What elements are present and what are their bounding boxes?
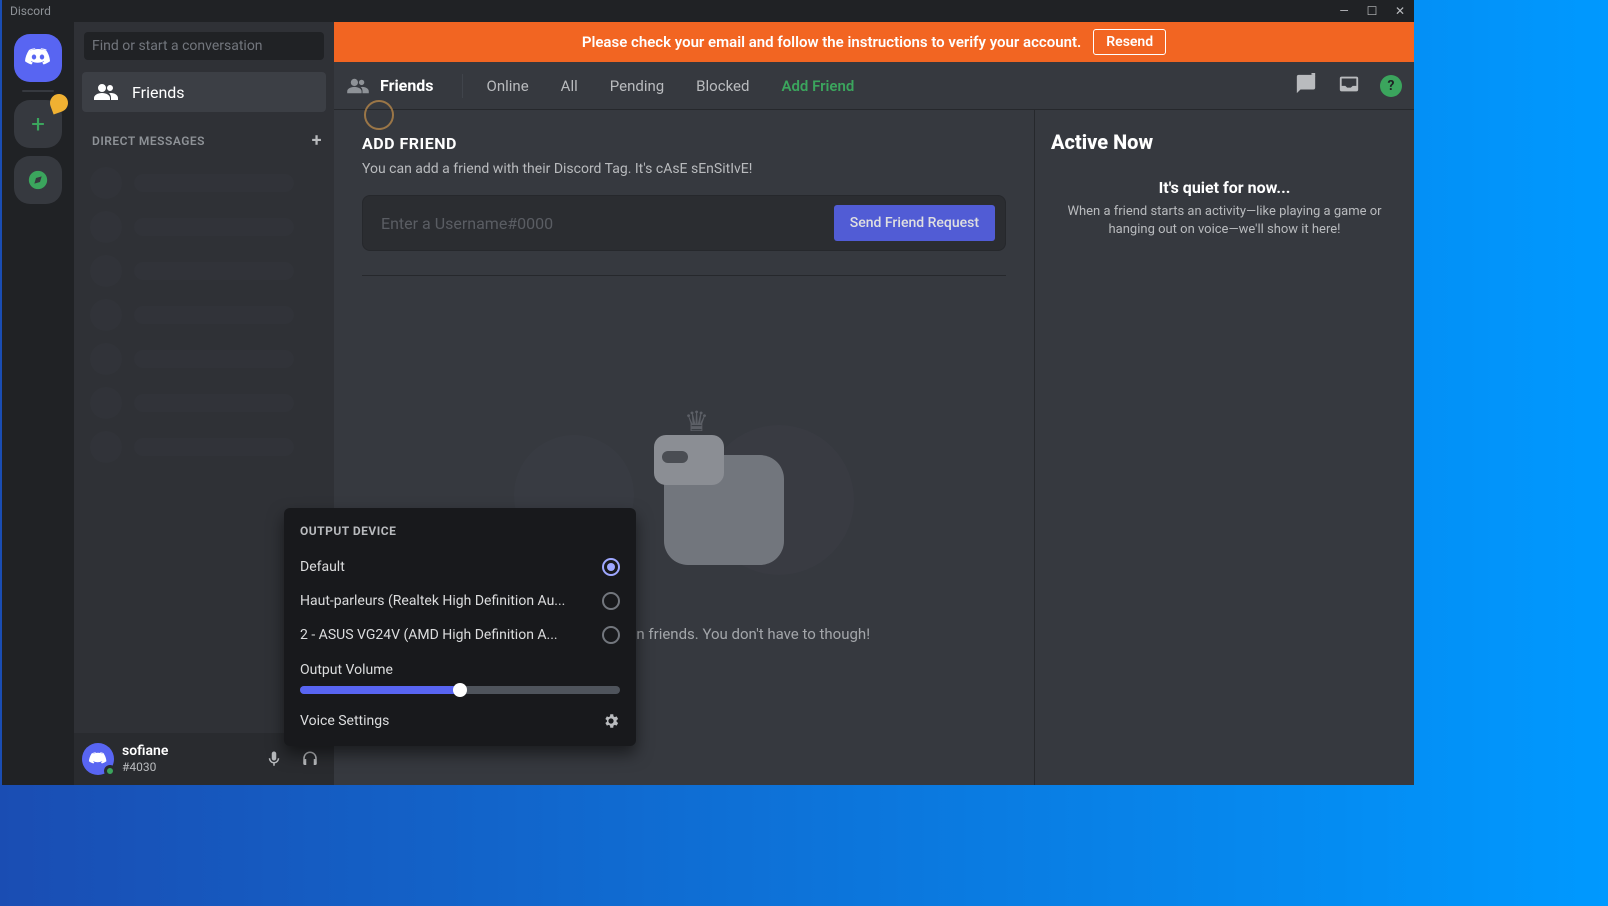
active-now-empty-sub: When a friend starts an activity—like pl… xyxy=(1051,203,1398,239)
radio-selected-icon xyxy=(602,558,620,576)
headphones-icon xyxy=(301,750,319,768)
maximize-button[interactable]: ☐ xyxy=(1358,0,1386,22)
radio-icon xyxy=(602,592,620,610)
conversation-search[interactable]: Find or start a conversation xyxy=(84,32,324,60)
explore-servers-button[interactable] xyxy=(14,156,62,204)
server-rail: + xyxy=(2,22,74,785)
friends-nav-label: Friends xyxy=(132,83,185,102)
dm-placeholder xyxy=(82,293,326,337)
user-name: sofiane xyxy=(122,744,168,759)
dm-placeholder xyxy=(82,249,326,293)
voice-settings-link[interactable]: Voice Settings xyxy=(300,706,620,730)
home-button[interactable] xyxy=(14,34,62,82)
chat-plus-icon xyxy=(1294,73,1318,95)
plus-icon: + xyxy=(31,110,45,138)
resend-button[interactable]: Resend xyxy=(1093,29,1166,55)
output-volume-label: Output Volume xyxy=(300,662,620,678)
discord-logo-icon xyxy=(24,48,52,68)
dm-placeholder xyxy=(82,337,326,381)
inbox-icon xyxy=(1338,73,1360,95)
output-option-label: Default xyxy=(300,559,345,575)
tab-pending[interactable]: Pending xyxy=(602,73,672,99)
radio-icon xyxy=(602,626,620,644)
inbox-button[interactable] xyxy=(1338,73,1360,99)
dm-placeholder xyxy=(82,425,326,469)
banner-text: Please check your email and follow the i… xyxy=(582,33,1081,51)
add-friend-subtitle: You can add a friend with their Discord … xyxy=(362,161,1006,177)
verify-email-banner: Please check your email and follow the i… xyxy=(334,22,1414,62)
tab-all[interactable]: All xyxy=(553,73,586,99)
slider-thumb-icon xyxy=(453,683,467,697)
popout-title: OUTPUT DEVICE xyxy=(300,524,620,538)
output-option-label: Haut-parleurs (Realtek High Definition A… xyxy=(300,593,565,609)
titlebar: Discord — ☐ ✕ xyxy=(2,0,1414,22)
friends-heading-label: Friends xyxy=(380,76,434,95)
friends-heading: Friends xyxy=(346,76,446,95)
crown-icon: ♛ xyxy=(684,405,709,438)
friends-nav-item[interactable]: Friends xyxy=(82,72,326,112)
gear-icon xyxy=(602,712,620,730)
add-friend-input[interactable] xyxy=(381,214,824,233)
tab-online[interactable]: Online xyxy=(479,73,537,99)
tab-blocked[interactable]: Blocked xyxy=(688,73,757,99)
dm-section-header: DIRECT MESSAGES + xyxy=(74,114,334,157)
tab-add-friend[interactable]: Add Friend xyxy=(773,73,862,99)
create-dm-button[interactable]: + xyxy=(312,130,322,151)
discord-avatar-icon xyxy=(88,752,108,766)
minimize-button[interactable]: — xyxy=(1330,0,1358,22)
close-button[interactable]: ✕ xyxy=(1386,0,1414,22)
output-option-asus[interactable]: 2 - ASUS VG24V (AMD High Definition A... xyxy=(300,618,620,652)
output-option-realtek[interactable]: Haut-parleurs (Realtek High Definition A… xyxy=(300,584,620,618)
send-friend-request-button[interactable]: Send Friend Request xyxy=(834,205,995,241)
help-button[interactable]: ? xyxy=(1380,75,1402,97)
voice-settings-label: Voice Settings xyxy=(300,713,389,729)
compass-icon xyxy=(27,169,49,191)
guild-separator xyxy=(22,90,54,92)
microphone-icon xyxy=(265,750,283,768)
slider-fill xyxy=(300,686,460,694)
active-now-empty-title: It's quiet for now... xyxy=(1051,178,1398,197)
active-now-title: Active Now xyxy=(1051,130,1398,154)
output-volume-slider[interactable] xyxy=(300,686,620,694)
output-option-label: 2 - ASUS VG24V (AMD High Definition A... xyxy=(300,627,558,643)
user-tag: #4030 xyxy=(122,760,168,774)
dm-placeholder xyxy=(82,161,326,205)
deafen-button[interactable] xyxy=(294,743,326,775)
toolbar-divider xyxy=(462,74,463,98)
question-icon: ? xyxy=(1388,78,1395,94)
user-info: sofiane #4030 xyxy=(122,744,168,773)
output-option-default[interactable]: Default xyxy=(300,550,620,584)
search-placeholder: Find or start a conversation xyxy=(92,38,263,54)
mute-button[interactable] xyxy=(258,743,290,775)
dm-header-label: DIRECT MESSAGES xyxy=(92,134,205,148)
dm-placeholder xyxy=(82,381,326,425)
output-device-popout: OUTPUT DEVICE Default Haut-parleurs (Rea… xyxy=(284,508,636,746)
friends-icon xyxy=(94,82,118,102)
add-friend-title: ADD FRIEND xyxy=(362,134,1006,153)
add-server-button[interactable]: + xyxy=(14,100,62,148)
discord-window: Discord — ☐ ✕ + Find or start a conversa xyxy=(2,0,1414,785)
friends-toolbar: Friends Online All Pending Blocked Add F… xyxy=(334,62,1414,110)
new-group-dm-button[interactable] xyxy=(1294,73,1318,99)
online-status-icon xyxy=(104,765,116,777)
active-now-panel: Active Now It's quiet for now... When a … xyxy=(1034,110,1414,785)
add-friend-box: Send Friend Request xyxy=(362,195,1006,251)
friends-icon xyxy=(346,77,370,95)
dm-placeholder xyxy=(82,205,326,249)
notification-badge-icon xyxy=(47,91,70,114)
app-title: Discord xyxy=(10,4,51,18)
user-avatar[interactable] xyxy=(82,743,114,775)
